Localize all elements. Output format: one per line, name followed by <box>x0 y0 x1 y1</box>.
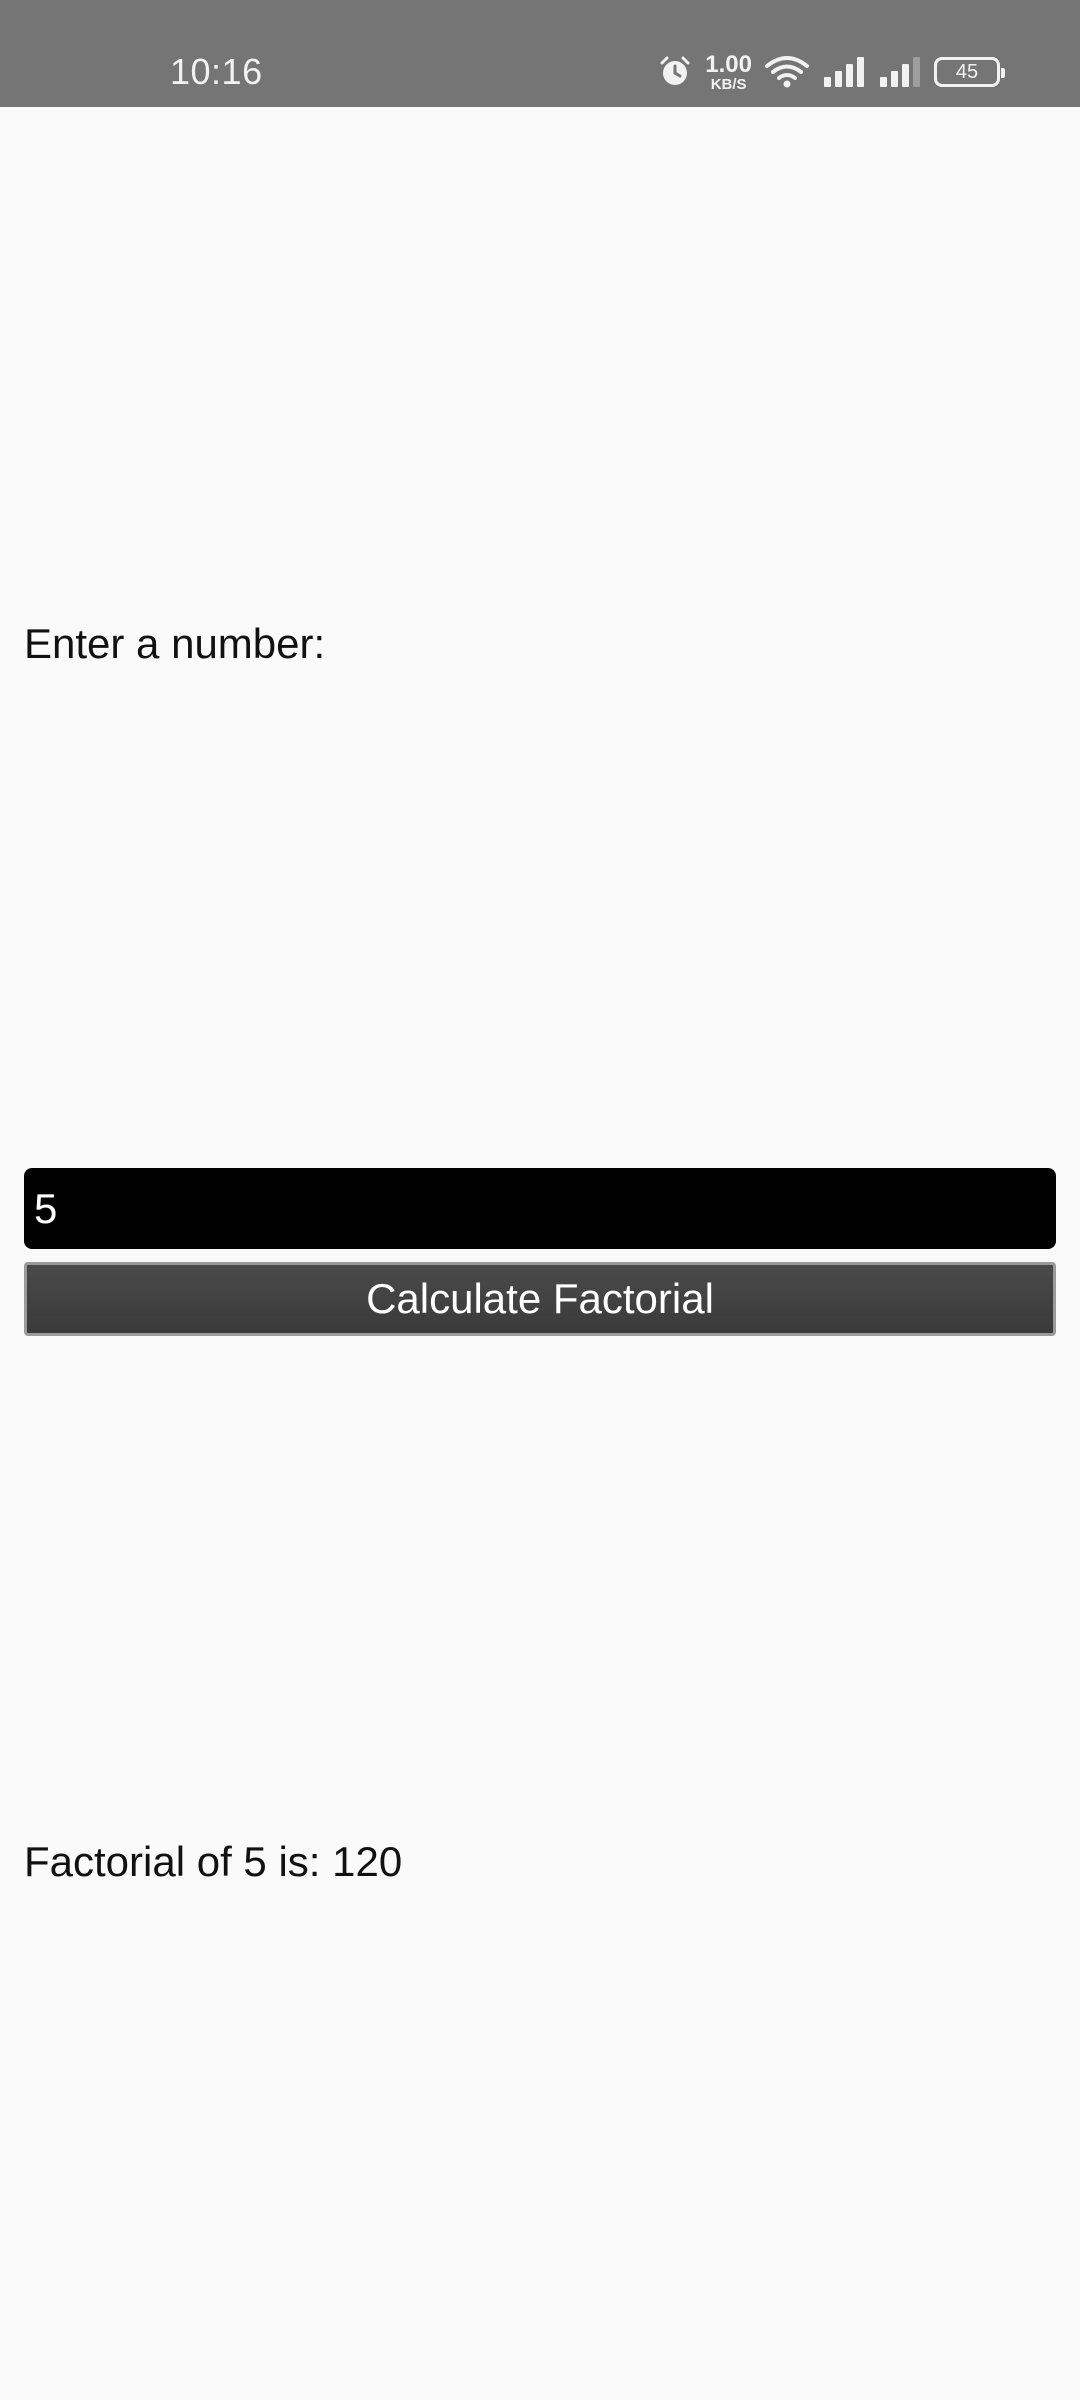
calculate-factorial-button-label: Calculate Factorial <box>366 1275 714 1322</box>
wifi-icon <box>764 54 810 90</box>
status-icons: 1.00 KB/S 45 <box>657 50 1005 93</box>
prompt-label: Enter a number: <box>24 620 326 667</box>
result-text: Factorial of 5 is: 120 <box>24 1838 403 1885</box>
battery-level: 45 <box>955 60 979 83</box>
battery-icon: 45 <box>934 57 1005 87</box>
status-time: 10:16 <box>170 51 263 92</box>
net-speed-unit: KB/S <box>710 75 747 93</box>
calculate-factorial-button[interactable]: Calculate Factorial <box>24 1262 1056 1336</box>
status-bar: 10:16 1.00 KB/S 45 <box>0 0 1080 107</box>
signal-icon-2 <box>878 55 922 89</box>
net-speed-value: 1.00 <box>705 50 752 78</box>
net-speed: 1.00 KB/S <box>705 50 752 93</box>
alarm-icon <box>657 54 693 90</box>
signal-icon <box>822 55 866 89</box>
number-input[interactable] <box>24 1168 1056 1249</box>
